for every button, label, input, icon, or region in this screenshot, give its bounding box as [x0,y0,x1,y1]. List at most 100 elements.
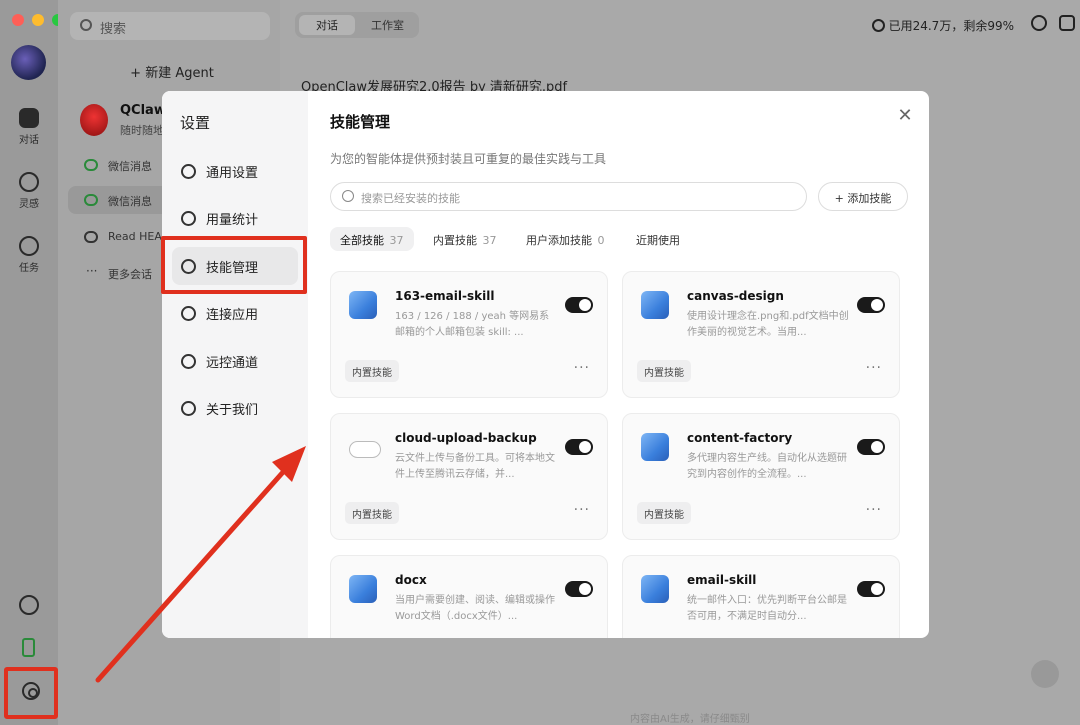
skill-desc: 使用设计理念在.png和.pdf文档中创作美丽的视觉艺术。当用... [687,311,849,338]
settings-nav: 设置 通用设置 用量统计 技能管理 连接应用 远控通道 关于我们 [162,91,308,638]
help-icon[interactable] [19,595,39,615]
rail-item-label: 灵感 [19,199,39,210]
cloud-icon [349,433,381,461]
skill-toggle[interactable] [565,439,593,455]
tab-count: 0 [597,234,605,247]
skill-toggle[interactable] [857,439,885,455]
nav-label: 通用设置 [206,166,259,181]
nav-item-connect[interactable]: 连接应用 [172,294,298,332]
history-icon[interactable] [1031,15,1047,31]
skill-desc: 163 / 126 / 188 / yeah 等网易系邮箱的个人邮箱包装 ski… [395,311,550,338]
clock-check-icon [19,236,39,256]
more-icon: ··· [86,264,98,278]
tab-label: 近期使用 [636,234,680,247]
qclaw-logo-icon [80,104,108,136]
nav-label: 连接应用 [206,308,259,323]
skill-desc: 当用户需要创建、阅读、编辑或操作Word文档（.docx文件）... [395,595,555,622]
session-label: 微信消息 [108,160,152,173]
search-icon [342,190,354,202]
avatar[interactable] [11,45,46,80]
minimize-window-button[interactable] [32,14,44,26]
skill-card[interactable]: email-skill 统一邮件入口：优先判断平台公邮是否可用，不满足时自动分.… [622,555,900,638]
agent-name: QClaw [120,103,166,118]
tab-label: 内置技能 [433,234,477,247]
tab-studio[interactable]: 工作室 [371,17,404,33]
settings-title: 设置 [180,114,211,132]
nav-item-general[interactable]: 通用设置 [172,152,298,190]
skill-toggle[interactable] [857,581,885,597]
puzzle-icon [641,291,669,319]
puzzle-icon [349,575,377,603]
link-icon [181,306,196,321]
skills-panel: 技能管理 ✕ 为您的智能体提供预封装且可重复的最佳实践与工具 搜索已经安装的技能… [308,91,929,638]
skill-card[interactable]: canvas-design 使用设计理念在.png和.pdf文档中创作美丽的视觉… [622,271,900,398]
skill-search-input[interactable]: 搜索已经安装的技能 [330,182,807,211]
skill-toggle[interactable] [565,581,593,597]
skill-tag: 内置技能 [637,360,691,382]
skills-highlight-box [161,236,307,294]
rail-item-inspiration[interactable]: 灵感 [0,172,58,210]
search-placeholder: 搜索 [100,22,127,37]
skill-tag: 内置技能 [345,502,399,524]
tab-builtin-skills[interactable]: 内置技能 37 [423,227,507,251]
tab-label: 全部技能 [340,234,384,247]
rail-item-chat[interactable]: 对话 [0,108,58,146]
app-window: 对话 灵感 任务 搜索 + 新建 Agent QClaw 随时随地 微信消息 微… [0,0,1080,725]
tab-user-skills[interactable]: 用户添加技能 0 [516,227,615,251]
settings-modal: 设置 通用设置 用量统计 技能管理 连接应用 远控通道 关于我们 技能管理 ✕ … [162,91,929,638]
more-icon[interactable]: ··· [866,502,882,518]
nav-label: 远控通道 [206,356,259,371]
nav-item-usage[interactable]: 用量统计 [172,199,298,237]
tab-all-skills[interactable]: 全部技能 37 [330,227,414,251]
more-icon[interactable]: ··· [866,360,882,376]
skill-name: docx [395,573,427,587]
skill-name: content-factory [687,431,793,445]
info-icon [181,401,196,416]
token-icon [871,19,885,32]
wechat-icon [84,159,98,171]
skill-card[interactable]: 163-email-skill 163 / 126 / 188 / yeah 等… [330,271,608,398]
window-controls [12,14,64,26]
skill-name: email-skill [687,573,757,587]
skill-name: canvas-design [687,289,784,303]
page-description: 为您的智能体提供预封装且可重复的最佳实践与工具 [330,152,607,166]
nav-label: 关于我们 [206,403,259,418]
usage-indicator[interactable]: 已用24.7万，剩余99% [871,17,1014,34]
agent-subtitle: 随时随地 [120,124,164,137]
search-icon [80,19,92,31]
skill-tag: 内置技能 [345,360,399,382]
skill-toggle[interactable] [565,297,593,313]
rail-item-tasks[interactable]: 任务 [0,236,58,274]
phone-icon[interactable] [22,638,35,657]
close-icon[interactable]: ✕ [897,107,913,125]
more-icon[interactable]: ··· [574,502,590,518]
skill-cards: 163-email-skill 163 / 126 / 188 / yeah 等… [330,271,900,638]
puzzle-icon [641,433,669,461]
session-label: 更多会话 [108,268,152,281]
skill-toggle[interactable] [857,297,885,313]
remote-icon [181,354,196,369]
skill-card[interactable]: docx 当用户需要创建、阅读、编辑或操作Word文档（.docx文件）... [330,555,608,638]
skill-card[interactable]: content-factory 多代理内容生产线。自动化从选题研究到内容创作的全… [622,413,900,540]
new-agent-button[interactable]: + 新建 Agent [78,56,266,86]
ai-disclaimer: 内容由AI生成，请仔细甄别 [630,714,750,725]
puzzle-icon [641,575,669,603]
nav-item-remote[interactable]: 远控通道 [172,342,298,380]
skill-card[interactable]: cloud-upload-backup 云文件上传与备份工具。可将本地文件上传至… [330,413,608,540]
gear-icon [181,164,196,179]
scroll-up-button[interactable] [1031,660,1059,688]
add-skill-button[interactable]: + 添加技能 [818,182,908,211]
search-input[interactable]: 搜索 [70,12,270,40]
tab-chat[interactable]: 对话 [299,15,355,35]
nav-item-about[interactable]: 关于我们 [172,389,298,427]
wechat-icon [84,194,98,206]
smile-icon [19,172,39,192]
profile-icon[interactable] [1059,15,1075,31]
tab-recent-skills[interactable]: 近期使用 [626,227,690,251]
session-label: 微信消息 [108,195,152,208]
tab-count: 37 [389,234,404,247]
close-window-button[interactable] [12,14,24,26]
puzzle-icon [349,291,377,319]
gear-icon[interactable] [22,682,40,700]
more-icon[interactable]: ··· [574,360,590,376]
